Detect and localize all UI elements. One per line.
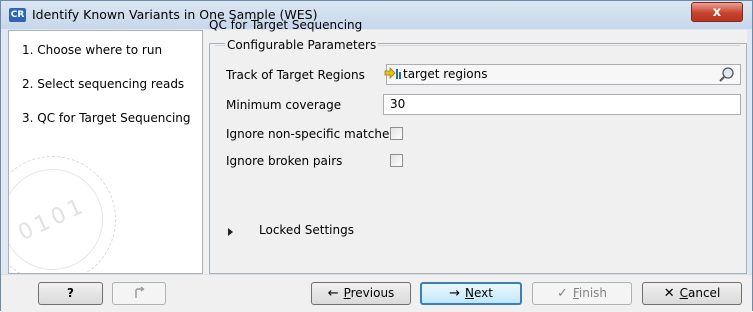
steps-panel: 1. Choose where to run 2. Select sequenc… [8, 30, 203, 274]
next-button[interactable]: → Next [420, 282, 522, 305]
min-coverage-label: Minimum coverage [226, 98, 342, 112]
checkmark-icon: ✓ [556, 286, 568, 301]
previous-label: revious [350, 286, 395, 300]
next-label: ext [473, 286, 493, 300]
title-bar[interactable]: CR Identify Known Variants in One Sample… [1, 1, 752, 29]
group-title: Configurable Parameters [225, 38, 379, 52]
previous-accesskey: P [343, 286, 351, 300]
browse-icon[interactable] [716, 66, 738, 83]
reset-icon [135, 286, 145, 298]
locked-settings-label[interactable]: Locked Settings [259, 223, 354, 237]
watermark-seal-inner: 0101 [9, 152, 120, 273]
finish-label: inish [578, 286, 608, 300]
app-icon: CR [9, 8, 26, 22]
step-qc-target-sequencing: 3. QC for Target Sequencing [22, 111, 191, 125]
close-button[interactable]: x [691, 2, 743, 22]
x-icon: ✕ [663, 286, 675, 301]
finish-button[interactable]: ✓ Finish [532, 282, 632, 305]
cancel-button[interactable]: ✕ Cancel [642, 282, 742, 305]
step-choose-where-to-run: 1. Choose where to run [22, 43, 163, 57]
dialog-window: CR Identify Known Variants in One Sample… [0, 0, 753, 312]
cancel-label: ancel [688, 286, 721, 300]
ignore-nonspecific-label: Ignore non-specific matches [226, 127, 396, 141]
panel-header: QC for Target Sequencing [209, 18, 363, 32]
ignore-nonspecific-checkbox[interactable] [390, 127, 403, 140]
arrow-right-icon: → [449, 286, 460, 301]
track-label: Track of Target Regions [226, 68, 365, 82]
ignore-broken-label: Ignore broken pairs [226, 154, 343, 168]
help-label: ? [67, 286, 74, 300]
track-value: target regions [403, 67, 488, 81]
reset-button[interactable] [112, 282, 166, 305]
previous-button[interactable]: ← Previous [311, 282, 411, 305]
track-icon [384, 67, 401, 79]
next-accesskey: N [464, 286, 474, 300]
close-icon: x [712, 5, 722, 20]
min-coverage-input[interactable]: 30 [383, 94, 741, 115]
locked-settings-toggle-icon[interactable] [228, 228, 233, 236]
watermark-seal: 0101 [9, 152, 120, 273]
ignore-broken-checkbox[interactable] [390, 154, 403, 167]
cancel-accesskey: C [679, 286, 688, 300]
arrow-left-icon: ← [327, 286, 339, 301]
step-select-sequencing-reads: 2. Select sequencing reads [22, 77, 185, 91]
help-button[interactable]: ? [38, 282, 103, 305]
